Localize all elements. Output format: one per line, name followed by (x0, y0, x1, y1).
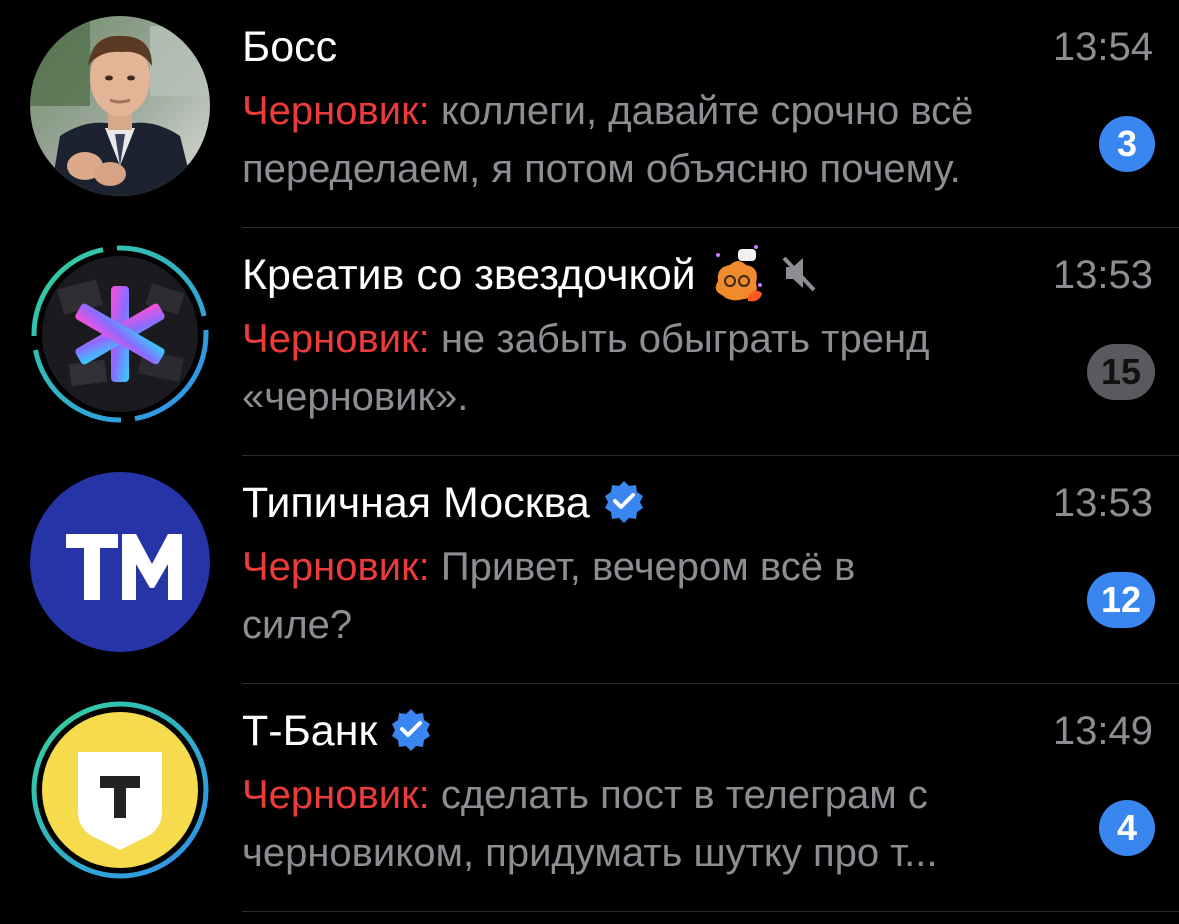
chat-name: Типичная Москва (242, 479, 590, 527)
verified-badge-icon (602, 479, 646, 528)
chat-name: Босс (242, 23, 338, 71)
chat-title-line: Т-Банк (242, 706, 433, 756)
divider (242, 911, 1179, 912)
chat-name: Т-Банк (242, 707, 378, 755)
draft-label: Черновик: (242, 545, 430, 589)
chat-title-line: Босс (242, 22, 337, 72)
draft-label: Черновик: (242, 773, 430, 817)
chat-title-line: Типичная Москва (242, 478, 646, 528)
unread-badge: 4 (1099, 800, 1155, 856)
chat-preview: Черновик: не забыть обыграть тренд «черн… (242, 310, 1082, 426)
avatar-creative (30, 244, 210, 424)
avatar-t-bank (30, 700, 210, 880)
unread-badge: 12 (1086, 572, 1155, 628)
draft-label: Черновик: (242, 317, 430, 361)
chat-time: 13:54 (1052, 25, 1153, 69)
chat-row-creative[interactable]: Креатив со звездочкой 13:53 Черновик: не… (0, 228, 1179, 456)
chat-row-typical-moscow[interactable]: Типичная Москва 13:53 Черновик: Привет, … (0, 456, 1179, 684)
chat-row-t-bank[interactable]: Т-Банк 13:49 Черновик: сделать пост в те… (0, 684, 1179, 912)
chat-preview: Черновик: сделать пост в телеграм с черн… (242, 766, 1082, 882)
chat-time: 13:49 (1052, 709, 1153, 753)
unread-badge: 15 (1086, 344, 1155, 400)
verified-badge-icon (389, 707, 433, 756)
chat-name: Креатив со звездочкой (242, 251, 696, 299)
chat-title-line: Креатив со звездочкой (242, 244, 816, 301)
muted-speaker-icon (782, 254, 816, 297)
chat-preview: Черновик: Привет, вечером всё в силе? (242, 538, 962, 654)
draft-label: Черновик: (242, 89, 430, 133)
avatar-boss (30, 16, 210, 196)
avatar-typical-moscow (30, 472, 210, 652)
unread-badge: 3 (1099, 116, 1155, 172)
chat-preview: Черновик: коллеги, давайте срочно всё пе… (242, 82, 1082, 198)
chat-row-boss[interactable]: Босс 13:54 Черновик: коллеги, давайте ср… (0, 0, 1179, 228)
chat-time: 13:53 (1052, 253, 1153, 297)
chat-time: 13:53 (1052, 481, 1153, 525)
sticker-emoji-icon (708, 241, 766, 310)
chat-list: Босс 13:54 Черновик: коллеги, давайте ср… (0, 0, 1179, 924)
